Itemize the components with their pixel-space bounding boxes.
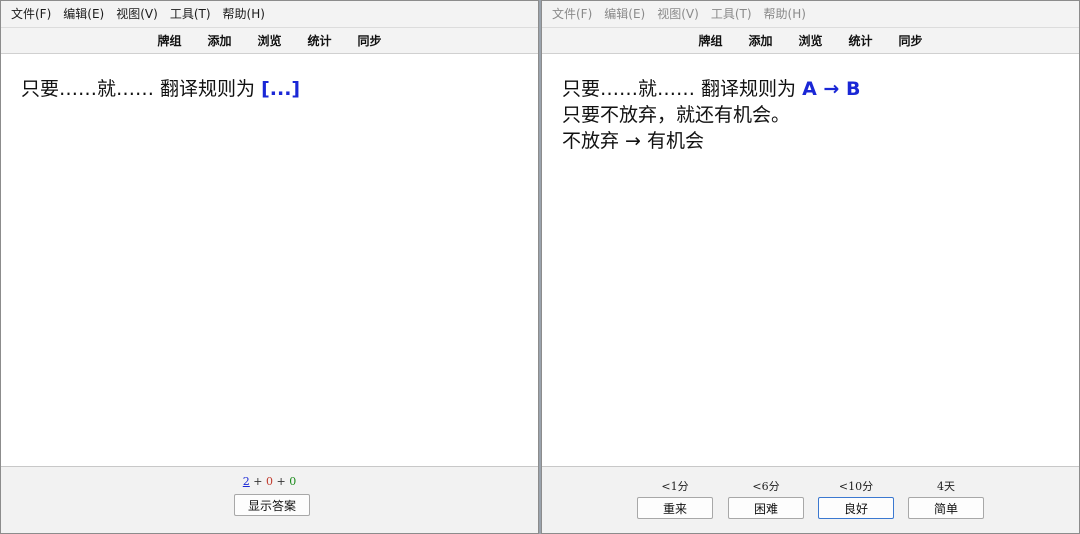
question-line: 只要……就…… 翻译规则为 [...] (21, 76, 518, 102)
toolbar-browse-link[interactable]: 浏览 (798, 32, 822, 49)
show-answer-button[interactable]: 显示答案 (234, 494, 310, 516)
hard-button[interactable]: 困难 (728, 497, 804, 519)
bottom-bar: 2 + 0 + 0 显示答案 (1, 466, 538, 533)
due-counts: 2 + 0 + 0 (1, 475, 538, 488)
easy-button[interactable]: 简单 (908, 497, 984, 519)
cloze-placeholder: [...] (261, 78, 301, 100)
question-prompt: 只要……就…… 翻译规则为 (21, 78, 262, 100)
toolbar-sync-link[interactable]: 同步 (358, 32, 382, 49)
good-interval: <10分 (838, 480, 874, 493)
toolbar-sync-link[interactable]: 同步 (899, 32, 923, 49)
reviewer-window-answer: 文件(F) 编辑(E) 视图(V) 工具(T) 帮助(H) 牌组 添加 浏览 统… (541, 0, 1080, 534)
reviewer-window-question: 文件(F) 编辑(E) 视图(V) 工具(T) 帮助(H) 牌组 添加 浏览 统… (0, 0, 539, 534)
toolbar-browse-link[interactable]: 浏览 (257, 32, 281, 49)
menu-tools[interactable]: 工具(T) (164, 1, 217, 27)
easy-interval: 4天 (937, 480, 955, 493)
toolbar-add-link[interactable]: 添加 (748, 32, 772, 49)
learning-count: 0 (266, 475, 273, 488)
card-question-area: 只要……就…… 翻译规则为 [...] (1, 54, 538, 466)
answer-prompt: 只要……就…… 翻译规则为 (562, 78, 803, 100)
menu-file[interactable]: 文件(F) (5, 1, 57, 27)
count-separator: + (273, 475, 290, 488)
menu-file[interactable]: 文件(F) (546, 1, 598, 27)
again-button[interactable]: 重来 (637, 497, 713, 519)
toolbar-stats-link[interactable]: 统计 (308, 32, 332, 49)
bottom-bar: <1分 <6分 <10分 4天 重来 困难 良好 简单 (542, 466, 1079, 533)
menu-edit[interactable]: 编辑(E) (598, 1, 651, 27)
menu-view[interactable]: 视图(V) (110, 1, 164, 27)
top-toolbar: 牌组 添加 浏览 统计 同步 (1, 27, 538, 54)
menu-help[interactable]: 帮助(H) (217, 1, 271, 27)
answer-line-1: 只要……就…… 翻译规则为 A → B (562, 76, 1059, 102)
menu-bar: 文件(F) 编辑(E) 视图(V) 工具(T) 帮助(H) (542, 1, 1079, 27)
toolbar-decks-link[interactable]: 牌组 (698, 32, 722, 49)
toolbar-decks-link[interactable]: 牌组 (157, 32, 181, 49)
new-count: 2 (242, 475, 250, 488)
top-toolbar: 牌组 添加 浏览 统计 同步 (542, 27, 1079, 54)
review-count: 0 (289, 475, 297, 488)
answer-line-3: 不放弃 → 有机会 (562, 130, 704, 152)
cloze-answer: A → B (802, 78, 861, 100)
menu-bar: 文件(F) 编辑(E) 视图(V) 工具(T) 帮助(H) (1, 1, 538, 27)
menu-edit[interactable]: 编辑(E) (57, 1, 110, 27)
count-separator: + (249, 475, 266, 488)
menu-view[interactable]: 视图(V) (651, 1, 705, 27)
menu-tools[interactable]: 工具(T) (705, 1, 758, 27)
good-button[interactable]: 良好 (818, 497, 894, 519)
answer-line-2: 只要不放弃，就还有机会。 (562, 104, 791, 126)
toolbar-stats-link[interactable]: 统计 (849, 32, 873, 49)
hard-interval: <6分 (752, 480, 780, 493)
card-answer-area: 只要……就…… 翻译规则为 A → B 只要不放弃，就还有机会。 不放弃 → 有… (542, 54, 1079, 466)
again-interval: <1分 (661, 480, 689, 493)
menu-help[interactable]: 帮助(H) (758, 1, 812, 27)
toolbar-add-link[interactable]: 添加 (207, 32, 231, 49)
